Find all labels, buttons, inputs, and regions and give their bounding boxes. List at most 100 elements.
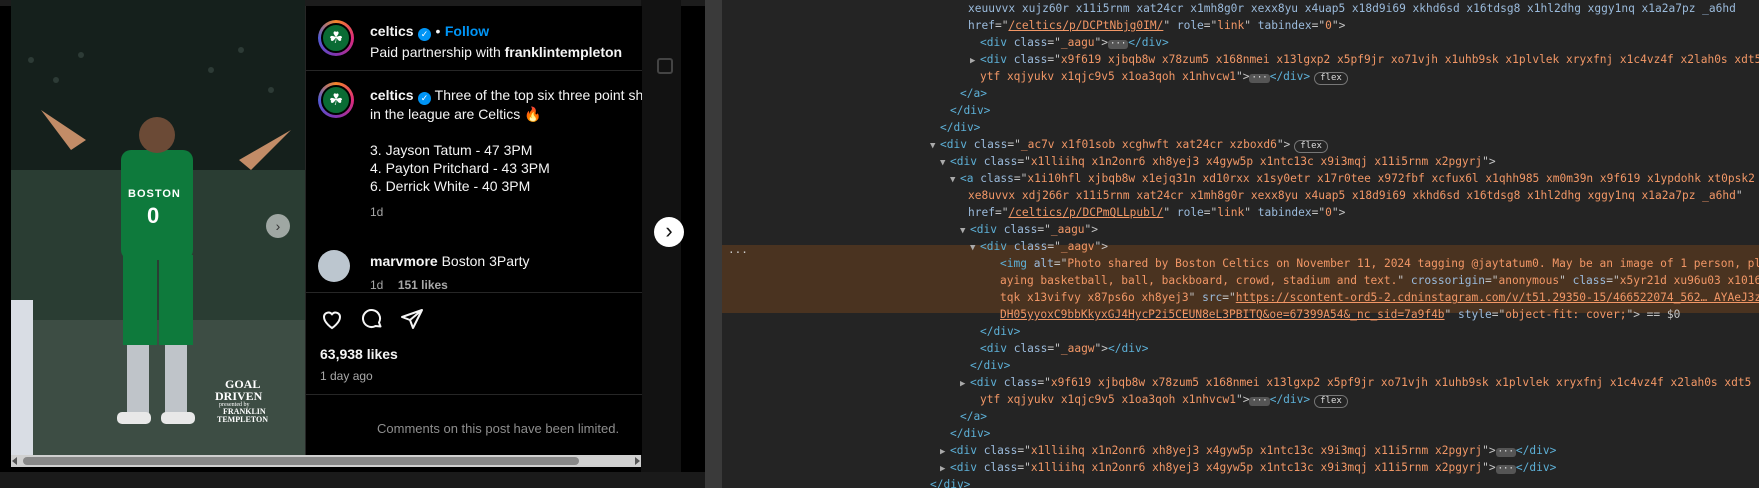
divider [306,70,642,71]
dom-tree-line[interactable]: </div> [722,119,980,136]
dom-token-plain: =" [1017,461,1031,474]
dom-tree-line[interactable]: ▶ <div class="x1lliihq x1n2onr6 xh8yej3 x… [722,442,1556,459]
jersey-team: BOSTON [128,188,181,200]
dom-token-tag: </div> [1108,342,1149,355]
carousel-next-button[interactable]: › [654,217,684,247]
dom-tree-line[interactable]: ▶ <div class="x9f619 xjbqb8w x78zum5 x168… [722,374,1751,391]
instagram-viewport: BOSTON 0 GOAL DRIVEN presented by FRANKL… [0,0,705,488]
dom-token-val: object-fit: cover; [1505,308,1627,321]
dom-tree-line[interactable]: xe8uvvx xdj266r x11i5rnm xat24cr x1mh8g0… [722,187,1743,204]
dom-tree-line[interactable]: ▶ <div class="x9f619 xjbqb8w x78zum5 x168… [722,51,1759,68]
dom-tree-line[interactable]: </a> [722,408,987,425]
dom-token-ell[interactable]: ··· [1249,74,1270,83]
dom-token-tag: <div [940,138,974,151]
dom-tree-line[interactable]: ▼ <div class="_aagv"> [722,238,1108,255]
post-side-panel: ☘ celtics ✓ • Follow Paid partnership wi… [305,6,642,455]
dom-token-plain: =" [1491,308,1506,321]
dom-tree-line[interactable]: href="/celtics/p/DCPmQLLpubl/" role="lin… [722,204,1345,221]
dom-tree-line[interactable]: <img alt="Photo shared by Boston Celtics… [722,255,1759,272]
dom-token-tag: </div> [940,121,981,134]
like-heart-icon[interactable] [320,307,344,331]
dom-tree-line[interactable]: DH05yyoxC9bbKkyxGJ4HycP2i5CEUN8eL3PBITQ&… [722,306,1680,323]
dom-tree-line[interactable]: </div> [722,425,990,442]
verified-icon: ✓ [418,92,432,105]
dom-token-tag: <a [960,172,981,185]
verified-icon: ✓ [418,28,432,41]
panel-resizer[interactable] [705,0,722,488]
dom-tree-line[interactable]: ▼ <div class="_aagu"> [722,221,1098,238]
dom-token-plain: "> [1482,461,1496,474]
dom-token-attr: class [1003,376,1038,389]
dom-token-badge[interactable]: flex [1314,72,1348,85]
dom-tree-line[interactable]: ▼ <div class="_ac7v x1f01sob xcghwft xat2… [722,136,1328,153]
comment-username[interactable]: marvmore [370,253,438,269]
partnership-line: Paid partnership with franklintempleton [370,44,622,62]
dom-token-ell[interactable]: ··· [1249,397,1270,406]
caption-username[interactable]: celtics [370,87,414,103]
scrollbar-thumb[interactable] [23,457,579,465]
dom-tree-line[interactable]: tqk x13vifvy x87ps6o xh8yej3" src="https… [722,289,1759,306]
dom-token-badge[interactable]: flex [1314,395,1348,408]
comment-likes[interactable]: 151 likes [398,278,448,292]
header-username[interactable]: celtics [370,23,414,39]
dom-token-ell[interactable]: ··· [1495,448,1516,457]
dom-tree-line[interactable]: </div> [722,323,1020,340]
dom-token-ell[interactable]: ··· [1495,465,1516,474]
dom-token-link[interactable]: DH05yyoxC9bbKkyxGJ4HycP2i5CEUN8eL3PBITQ&… [1000,308,1445,321]
likes-count[interactable]: 63,938 likes [320,346,398,362]
post-image[interactable]: BOSTON 0 GOAL DRIVEN presented by FRANKL… [11,0,305,455]
dom-tree-line[interactable]: </div> [722,476,970,488]
scroll-left-arrow[interactable] [12,457,17,465]
dom-token-plain: =" [1047,36,1061,49]
dom-token-val: _ac7v x1f01sob xcghwft xat24cr xzboxd6 [1020,138,1277,151]
carousel-prev-button[interactable]: › [266,214,290,238]
dom-tree-line[interactable]: </div> [722,102,990,119]
dom-token-badge[interactable]: flex [1294,140,1328,153]
dom-tree-line[interactable]: ▼ <div class="x1lliihq x1n2onr6 xh8yej3 x… [722,153,1496,170]
dom-token-tag: <div [980,240,1014,253]
comment-icon[interactable] [360,307,384,331]
dom-token-tag: <img [1000,257,1034,270]
dom-token-tag: </div> [1269,70,1311,83]
commenter-avatar[interactable] [318,250,350,282]
dom-tree-line[interactable]: </div> [722,357,1010,374]
background-grid-bottom [0,472,705,488]
dom-token-plain: "> [1276,138,1291,151]
dom-tree-line[interactable]: ytf xqjyukv x1qjc9v5 x1oa3qoh x1nhvcw1">… [722,391,1348,408]
dom-token-plain: =" [1053,257,1068,270]
dom-token-tag: </div> [950,104,991,117]
dom-token-val: x9f619 xjbqb8w x78zum5 x168nmei x13lgxp2… [1050,376,1752,389]
dom-token-tag: <div [950,444,984,457]
dom-token-tag: <div [950,461,984,474]
dom-token-tag: </div> [970,359,1011,372]
dom-token-plain: " [1163,206,1177,219]
follow-button[interactable]: Follow [445,23,489,39]
dom-token-link[interactable]: https://scontent-ord5-2.cdninstagram.com… [1236,291,1759,304]
dom-tree-line[interactable]: ▶ <div class="x1lliihq x1n2onr6 xh8yej3 x… [722,459,1556,476]
dom-token-plain: =" [1203,19,1218,32]
scroll-right-arrow[interactable] [635,457,640,465]
horizontal-scrollbar[interactable] [11,455,641,467]
caption-avatar[interactable]: ☘ [318,82,354,118]
dom-tree-line[interactable]: <div class="_aagu"> ··· </div> [722,34,1169,51]
dom-token-plain: =" [1013,172,1028,185]
partner-link[interactable]: franklintempleton [505,44,622,60]
dom-tree-line[interactable]: href="/celtics/p/DCPtNbjg0IM/" role="lin… [722,17,1345,34]
share-icon[interactable] [400,307,424,331]
dom-tree-line[interactable]: ▼ <a class="x1i10hfl xjbqb8w x1ejq31n xd1… [722,170,1755,187]
dom-token-link[interactable]: /celtics/p/DCPmQLLpubl/ [1008,206,1163,219]
dom-tree-line[interactable]: <div class="_aagw"></div> [722,340,1148,357]
dom-tree-line[interactable]: ytf xqjyukv x1qjc9v5 x1oa3qoh x1nhvcw1">… [722,68,1348,85]
dom-token-plain: " [1559,274,1573,287]
dom-token-ell[interactable]: ··· [1108,40,1129,49]
dom-token-attr: href [968,19,995,32]
dom-tree-line[interactable]: xeuuvvx xujz60r x11i5rnm xat24cr x1mh8g0… [722,0,1736,17]
celtics-avatar[interactable]: ☘ [318,20,354,56]
dom-tree-line[interactable]: aying basketball, ball, backboard, crowd… [722,272,1759,289]
dom-token-val: x5yr21d xu96u03 x1016 [1619,274,1759,287]
dom-token-link[interactable]: /celtics/p/DCPtNbjg0IM/ [1008,19,1163,32]
caption-line-2: in the league are Celtics 🔥 [370,106,542,122]
dom-token-plain: =" [1047,53,1061,66]
dom-token-val: x1lliihq x1n2onr6 xh8yej3 x4gyw5p x1ntc1… [1030,444,1483,457]
dom-tree-line[interactable]: </a> [722,85,987,102]
